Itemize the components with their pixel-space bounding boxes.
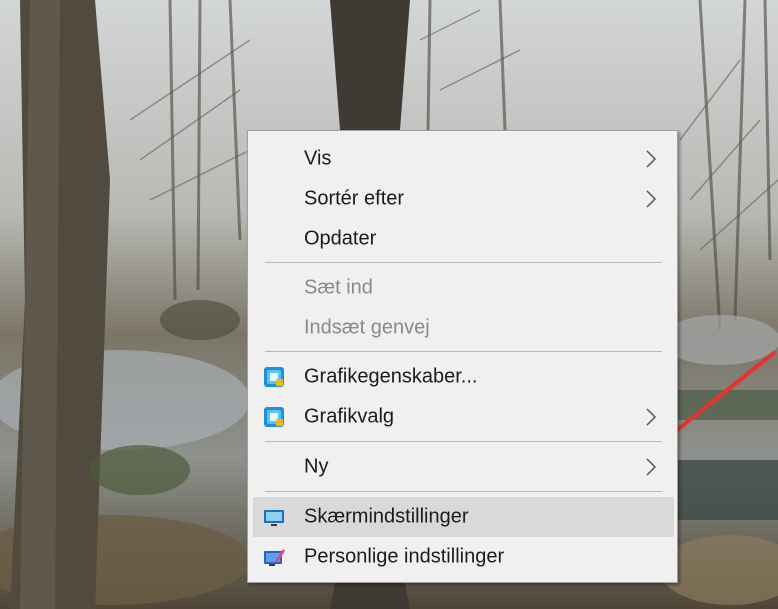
context-menu: Vis Sortér efter Opdater Sæt ind Indsæt … <box>247 130 678 583</box>
intel-graphics-icon <box>264 367 284 387</box>
menu-item-personlige-indstillinger[interactable]: Personlige indstillinger <box>253 537 674 577</box>
menu-item-label: Grafikvalg <box>304 405 395 428</box>
menu-separator <box>265 441 662 442</box>
chevron-right-icon <box>646 458 657 476</box>
chevron-right-icon <box>646 408 657 426</box>
menu-item-label: Sæt ind <box>304 276 373 299</box>
menu-separator <box>265 491 662 492</box>
chevron-right-icon <box>646 190 657 208</box>
menu-item-label: Personlige indstillinger <box>304 545 505 568</box>
display-settings-icon <box>264 510 284 526</box>
menu-item-saet-ind: Sæt ind <box>253 268 674 308</box>
personalize-icon <box>264 549 285 566</box>
menu-item-vis[interactable]: Vis <box>253 139 674 179</box>
menu-item-label: Ny <box>304 455 329 478</box>
menu-item-sorter-efter[interactable]: Sortér efter <box>253 179 674 219</box>
menu-item-label: Opdater <box>304 227 377 250</box>
menu-item-label: Grafikegenskaber... <box>304 365 478 388</box>
menu-item-skaermindstillinger[interactable]: Skærmindstillinger <box>253 497 674 537</box>
menu-item-grafikegenskaber[interactable]: Grafikegenskaber... <box>253 357 674 397</box>
menu-item-label: Vis <box>304 147 332 170</box>
menu-item-ny[interactable]: Ny <box>253 447 674 487</box>
chevron-right-icon <box>646 150 657 168</box>
intel-graphics-icon <box>264 407 284 427</box>
menu-item-label: Sortér efter <box>304 187 405 210</box>
menu-item-opdater[interactable]: Opdater <box>253 219 674 259</box>
menu-item-label: Indsæt genvej <box>304 316 430 339</box>
menu-item-label: Skærmindstillinger <box>304 505 469 528</box>
menu-item-grafikvalg[interactable]: Grafikvalg <box>253 397 674 437</box>
menu-item-indsaet-genvej: Indsæt genvej <box>253 308 674 348</box>
menu-separator <box>265 351 662 352</box>
menu-separator <box>265 262 662 263</box>
